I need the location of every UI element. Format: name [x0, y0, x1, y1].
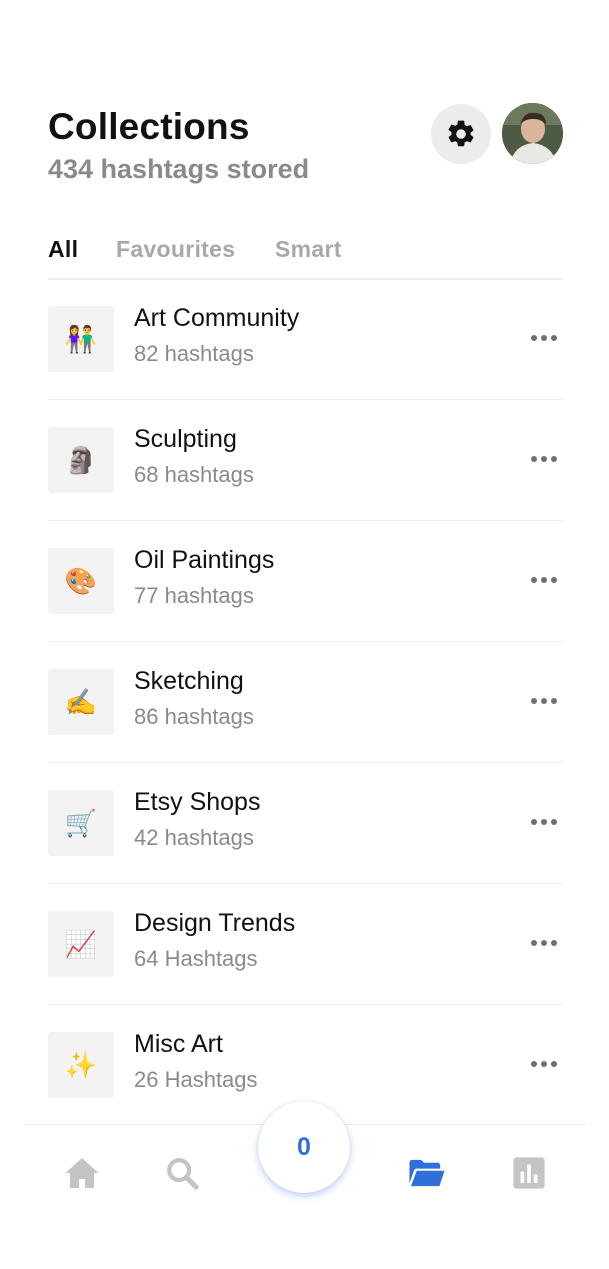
collection-name: Design Trends: [134, 909, 296, 937]
nav-stats[interactable]: [509, 1153, 549, 1193]
collection-name: Sculpting: [134, 425, 237, 453]
settings-button[interactable]: [431, 104, 491, 164]
avatar[interactable]: [502, 103, 563, 164]
more-options-icon[interactable]: [531, 819, 557, 825]
center-action-button[interactable]: 0: [258, 1101, 350, 1193]
list-item[interactable]: 🎨 Oil Paintings 77 hashtags: [48, 521, 563, 642]
bottom-navigation: 0: [24, 1101, 586, 1269]
nav-home[interactable]: [62, 1153, 102, 1193]
more-options-icon[interactable]: [531, 456, 557, 462]
collection-count: 26 Hashtags: [134, 1067, 258, 1092]
tab-favourites[interactable]: Favourites: [116, 236, 235, 263]
collection-thumbnail: 👫: [48, 306, 114, 372]
more-options-icon[interactable]: [531, 940, 557, 946]
collection-count: 77 hashtags: [134, 583, 254, 608]
collection-thumbnail: ✍️: [48, 669, 114, 735]
nav-search[interactable]: [162, 1153, 202, 1193]
home-icon: [65, 1158, 99, 1188]
collection-thumbnail: 🎨: [48, 548, 114, 614]
more-options-icon[interactable]: [531, 698, 557, 704]
folder-icon: [409, 1159, 445, 1187]
stats-icon: [513, 1157, 545, 1189]
list-item[interactable]: 👫 Art Community 82 hashtags: [48, 279, 563, 400]
collection-list: 👫 Art Community 82 hashtags 🗿 Sculpting …: [48, 279, 563, 1126]
collection-thumbnail: 📈: [48, 911, 114, 977]
page-subtitle: 434 hashtags stored: [48, 154, 310, 184]
tab-all[interactable]: All: [48, 236, 78, 263]
collection-count: 42 hashtags: [134, 825, 254, 850]
collection-name: Etsy Shops: [134, 788, 261, 816]
collection-name: Art Community: [134, 304, 300, 332]
list-item[interactable]: ✍️ Sketching 86 hashtags: [48, 642, 563, 763]
list-item[interactable]: 🗿 Sculpting 68 hashtags: [48, 400, 563, 521]
collection-name: Sketching: [134, 667, 244, 695]
collection-thumbnail: 🛒: [48, 790, 114, 856]
collection-count: 82 hashtags: [134, 341, 254, 366]
more-options-icon[interactable]: [531, 577, 557, 583]
more-options-icon[interactable]: [531, 335, 557, 341]
collection-tabs: All Favourites Smart: [48, 236, 563, 280]
tab-smart[interactable]: Smart: [275, 236, 342, 263]
collection-thumbnail: 🗿: [48, 427, 114, 493]
avatar-photo: [502, 103, 563, 164]
collection-count: 86 hashtags: [134, 704, 254, 729]
collection-name: Misc Art: [134, 1030, 223, 1058]
search-icon: [167, 1158, 199, 1190]
list-item[interactable]: 🛒 Etsy Shops 42 hashtags: [48, 763, 563, 884]
collection-thumbnail: ✨: [48, 1032, 114, 1098]
list-item[interactable]: 📈 Design Trends 64 Hashtags: [48, 884, 563, 1005]
more-options-icon[interactable]: [531, 1061, 557, 1067]
collection-name: Oil Paintings: [134, 546, 275, 574]
gear-icon: [448, 120, 474, 147]
nav-collections[interactable]: [407, 1153, 447, 1193]
collection-count: 64 Hashtags: [134, 946, 258, 971]
collection-count: 68 hashtags: [134, 462, 254, 487]
